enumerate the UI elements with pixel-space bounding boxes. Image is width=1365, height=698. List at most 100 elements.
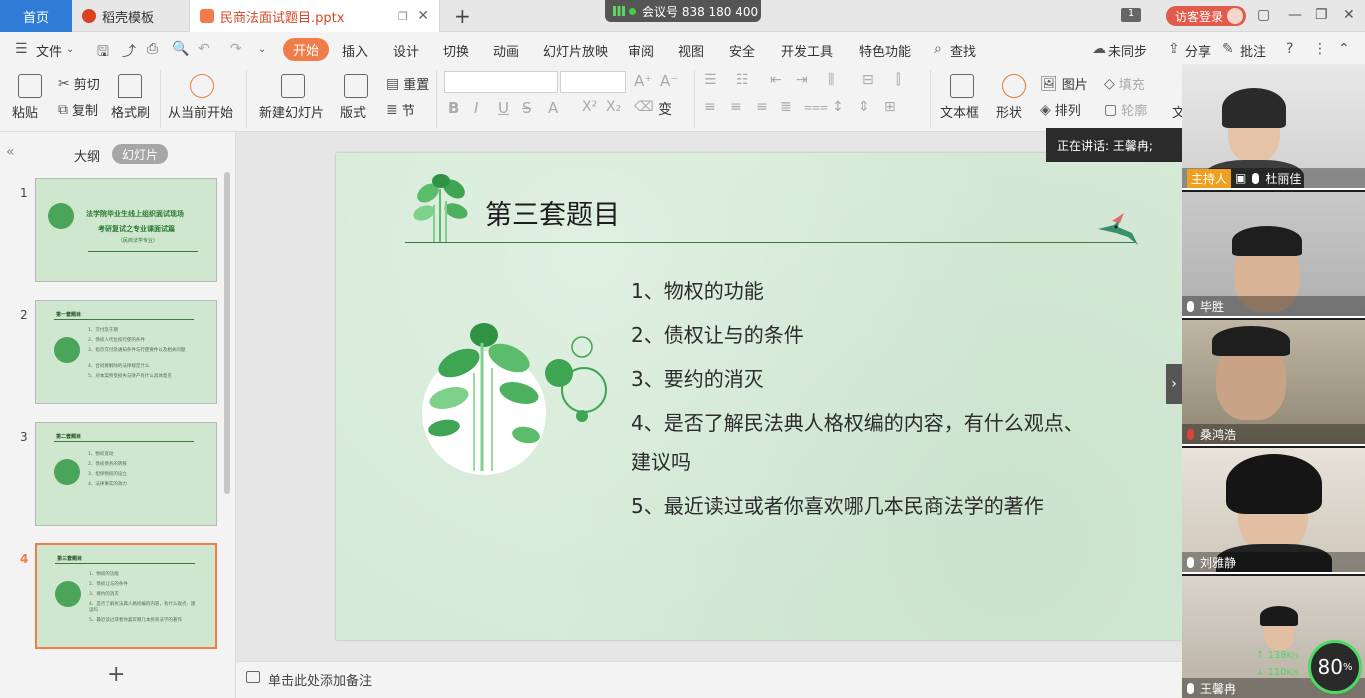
- new-tab-icon[interactable]: +: [454, 4, 471, 28]
- paste-button[interactable]: 粘贴: [12, 102, 38, 121]
- strikethrough-icon[interactable]: S: [522, 99, 532, 117]
- minimize-icon[interactable]: —: [1288, 7, 1302, 23]
- restore-icon[interactable]: ❐: [1315, 7, 1328, 23]
- question-item[interactable]: 3、要约的消灭: [631, 363, 764, 392]
- paragraph-spacing-icon[interactable]: ⇕: [858, 99, 870, 115]
- cut-button[interactable]: ✂ 剪切: [58, 74, 100, 94]
- new-slide-button[interactable]: 新建幻灯片: [259, 102, 324, 121]
- clear-format-icon[interactable]: ⌫: [634, 99, 654, 115]
- share-button[interactable]: 分享: [1185, 41, 1211, 60]
- shape-icon[interactable]: [1002, 74, 1026, 98]
- menu-view[interactable]: 视图: [678, 41, 704, 60]
- font-color-icon[interactable]: A: [548, 99, 558, 117]
- fill-button[interactable]: ◇ 填充: [1104, 74, 1145, 94]
- menu-slideshow[interactable]: 幻灯片放映: [543, 41, 608, 60]
- reset-button[interactable]: ▤ 重置: [386, 74, 429, 94]
- search-button[interactable]: 查找: [950, 41, 976, 60]
- share-icon[interactable]: ⇪: [1168, 41, 1180, 57]
- underline-icon[interactable]: U: [498, 99, 509, 117]
- bullet-list-icon[interactable]: ☰: [704, 72, 717, 88]
- increase-font-icon[interactable]: A⁺: [634, 72, 652, 90]
- page-count-badge[interactable]: 1: [1121, 8, 1141, 22]
- numbered-list-icon[interactable]: ☷: [736, 72, 749, 88]
- close-tab-icon[interactable]: ✕: [417, 8, 429, 24]
- font-family-select[interactable]: [444, 71, 558, 93]
- menu-home[interactable]: 开始: [283, 38, 330, 61]
- layout-button[interactable]: 版式: [340, 102, 366, 121]
- shape-button[interactable]: 形状: [996, 102, 1022, 121]
- menu-animation[interactable]: 动画: [493, 41, 519, 60]
- line-spacing-icon[interactable]: ↕: [832, 99, 844, 115]
- current-slide[interactable]: 第三套题目 1、物权的功能 2、债权让与的条件 3、要约的消灭 4、是否了解民法…: [336, 153, 1182, 640]
- tab-outline[interactable]: 大纲: [74, 146, 100, 165]
- search-icon[interactable]: ⌕: [934, 41, 942, 57]
- customize-chevron-icon[interactable]: ⌄: [258, 44, 266, 55]
- export-icon[interactable]: ⤴: [122, 41, 136, 61]
- menu-transition[interactable]: 切换: [443, 41, 469, 60]
- question-item[interactable]: 4、是否了解民法典人格权编的内容，有什么观点、: [631, 407, 1084, 436]
- chevron-down-icon[interactable]: ⌄: [66, 44, 74, 55]
- font-size-select[interactable]: [560, 71, 626, 93]
- decrease-font-icon[interactable]: A⁻: [660, 72, 678, 90]
- video-tile[interactable]: 桑鸿浩: [1182, 320, 1365, 446]
- thumbnail-scrollbar[interactable]: [224, 172, 230, 494]
- menu-special[interactable]: 特色功能: [859, 41, 911, 60]
- phonetic-icon[interactable]: 变: [658, 99, 672, 119]
- skin-icon[interactable]: ▢: [1257, 7, 1270, 23]
- align-text-icon[interactable]: ⊟: [862, 72, 874, 88]
- menu-review[interactable]: 审阅: [628, 41, 654, 60]
- tab-template[interactable]: 稻壳模板: [72, 0, 190, 32]
- undo-icon[interactable]: ↶: [198, 41, 210, 57]
- meeting-indicator[interactable]: 会议号 838 180 400: [605, 0, 761, 22]
- collapse-ribbon-icon[interactable]: ⌃: [1338, 41, 1350, 57]
- align-right-icon[interactable]: ≡: [756, 99, 768, 115]
- layout-icon[interactable]: [344, 74, 368, 98]
- format-painter-icon[interactable]: [118, 74, 142, 98]
- comment-icon[interactable]: ✎: [1222, 41, 1234, 57]
- text-direction-icon[interactable]: ⫼: [828, 72, 834, 88]
- menu-file[interactable]: 文件: [36, 41, 62, 60]
- hamburger-icon[interactable]: ☰: [15, 41, 28, 57]
- video-tile[interactable]: 刘雅静: [1182, 448, 1365, 574]
- slide-title[interactable]: 第三套题目: [485, 193, 620, 232]
- question-item[interactable]: 1、物权的功能: [631, 275, 764, 304]
- textbox-icon[interactable]: [950, 74, 974, 98]
- smartart-icon[interactable]: ⊞: [884, 99, 896, 115]
- tab-slides[interactable]: 幻灯片: [112, 144, 168, 164]
- tab-document[interactable]: 民商法面试题目.pptx ❐ ✕: [190, 0, 440, 32]
- superscript-icon[interactable]: X²: [582, 99, 597, 115]
- decrease-indent-icon[interactable]: ⇤: [770, 72, 782, 88]
- slide-thumbnail-2[interactable]: 第一套题目 1、交付及于期 2、债权人代位权行使的条件 3、指示交付及通知条件与…: [35, 300, 217, 404]
- menu-insert[interactable]: 插入: [342, 41, 368, 60]
- menu-security[interactable]: 安全: [729, 41, 755, 60]
- redo-icon[interactable]: ↷: [230, 41, 242, 57]
- align-center-icon[interactable]: ≡: [730, 99, 742, 115]
- video-tile-host[interactable]: 主持人 ▣ 杜丽佳: [1182, 64, 1365, 190]
- increase-indent-icon[interactable]: ⇥: [796, 72, 808, 88]
- notes-pane[interactable]: 单击此处添加备注: [236, 661, 1182, 698]
- restore-tab-icon[interactable]: ❐: [398, 10, 408, 23]
- collapse-panel-icon[interactable]: «: [6, 144, 15, 160]
- bold-icon[interactable]: B: [448, 99, 459, 117]
- expand-video-panel-icon[interactable]: ›: [1166, 364, 1182, 404]
- help-icon[interactable]: ?: [1286, 41, 1293, 57]
- comment-button[interactable]: 批注: [1240, 41, 1266, 60]
- copy-button[interactable]: ⧉ 复制: [58, 100, 98, 120]
- justify-icon[interactable]: ≣: [780, 99, 792, 115]
- print-preview-icon[interactable]: 🔍: [172, 41, 189, 57]
- textbox-button[interactable]: 文本框: [940, 102, 979, 121]
- tab-home[interactable]: 首页: [0, 0, 72, 32]
- outline-button[interactable]: ▢ 轮廓: [1104, 100, 1147, 120]
- columns-icon[interactable]: ⫿: [896, 72, 900, 88]
- menu-design[interactable]: 设计: [393, 41, 419, 60]
- print-icon[interactable]: ⎙: [147, 41, 158, 57]
- picture-button[interactable]: 🖼 图片: [1040, 74, 1088, 94]
- format-painter-button[interactable]: 格式刷: [111, 102, 150, 121]
- align-left-icon[interactable]: ≡: [704, 99, 716, 115]
- from-current-button[interactable]: 从当前开始: [168, 102, 233, 121]
- sync-status[interactable]: 未同步: [1108, 41, 1147, 60]
- menu-developer[interactable]: 开发工具: [781, 41, 833, 60]
- arrange-button[interactable]: ◈ 排列: [1040, 100, 1081, 120]
- close-window-icon[interactable]: ✕: [1343, 7, 1355, 23]
- video-tile[interactable]: 毕胜: [1182, 192, 1365, 318]
